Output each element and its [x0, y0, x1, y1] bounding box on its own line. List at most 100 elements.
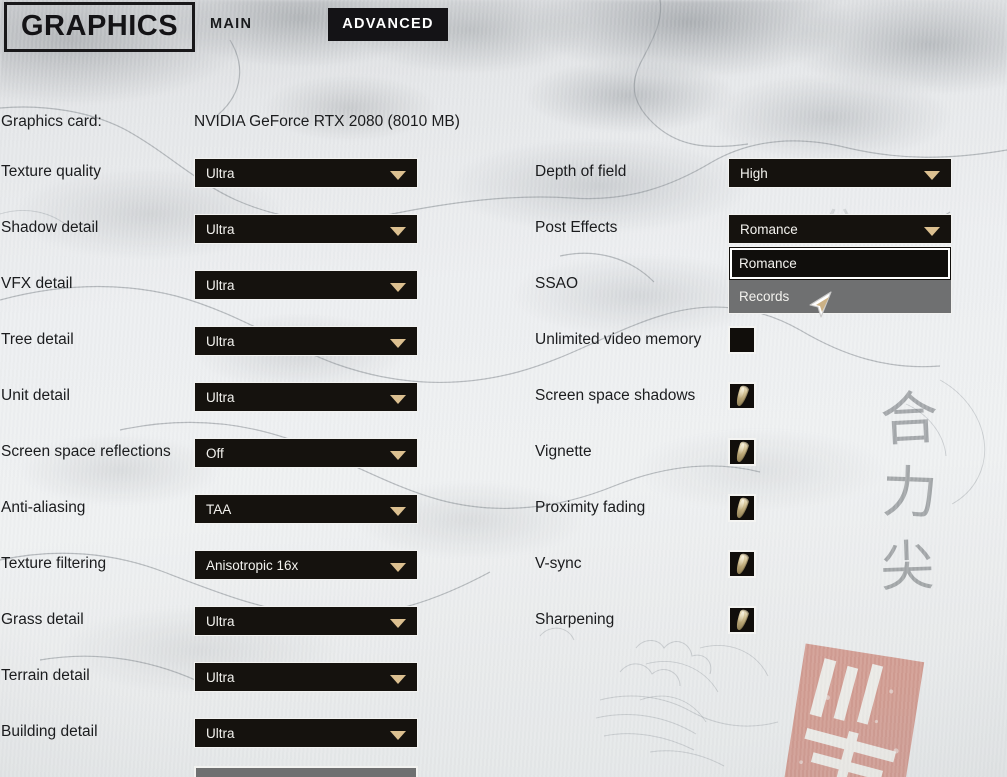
chevron-down-icon — [390, 451, 406, 460]
setting-row-post-effects: Post Effects Romance — [534, 214, 954, 246]
setting-label: SSAO — [535, 275, 579, 292]
brushstroke-check-icon — [734, 496, 750, 520]
chevron-down-icon — [390, 395, 406, 404]
graphics-card-row: Graphics card: NVIDIA GeForce RTX 2080 (… — [0, 113, 560, 137]
texture-quality-dropdown[interactable]: Ultra — [194, 158, 418, 188]
depth-of-field-dropdown[interactable]: High — [728, 158, 952, 188]
seal-stamp-icon — [783, 643, 925, 777]
post-effects-dropdown-panel[interactable]: Romance Records — [728, 246, 952, 314]
chevron-down-icon — [390, 339, 406, 348]
setting-label: Texture quality — [1, 163, 101, 180]
setting-label: Building detail — [1, 723, 98, 740]
setting-row-screen-space-shadows: Screen space shadows — [534, 382, 954, 414]
setting-row-shadow-detail: Shadow detail Ultra — [0, 214, 430, 246]
setting-label: Sharpening — [535, 611, 615, 628]
setting-label: Post Effects — [535, 219, 618, 236]
setting-row-screen-space-reflections: Screen space reflections Off — [0, 438, 430, 470]
dropdown-value: Romance — [740, 222, 798, 237]
chevron-down-icon — [924, 227, 940, 236]
page-title: GRAPHICS — [4, 2, 196, 52]
v-sync-checkbox[interactable] — [728, 550, 756, 578]
texture-filtering-dropdown[interactable]: Anisotropic 16x — [194, 550, 418, 580]
chevron-down-icon — [924, 171, 940, 180]
dropdown-value: Anisotropic 16x — [206, 558, 299, 573]
setting-row-vfx-detail: VFX detail Ultra — [0, 270, 430, 302]
building-detail-dropdown[interactable]: Ultra — [194, 718, 418, 748]
setting-row-proximity-fading: Proximity fading — [534, 494, 954, 526]
next-setting-dropdown-partial[interactable] — [194, 766, 418, 777]
setting-row-unlimited-video-memory: Unlimited video memory — [534, 326, 954, 358]
proximity-fading-checkbox[interactable] — [728, 494, 756, 522]
tab-advanced[interactable]: ADVANCED — [328, 8, 448, 41]
tree-detail-dropdown[interactable]: Ultra — [194, 326, 418, 356]
dropdown-value: Ultra — [206, 670, 235, 685]
tab-bar: MAIN ADVANCED — [196, 8, 448, 42]
setting-label: Terrain detail — [1, 667, 90, 684]
chevron-down-icon — [390, 731, 406, 740]
dropdown-value: High — [740, 166, 768, 181]
chevron-down-icon — [390, 283, 406, 292]
setting-row-texture-filtering: Texture filtering Anisotropic 16x — [0, 550, 430, 582]
setting-label: Tree detail — [1, 331, 74, 348]
brushstroke-check-icon — [734, 608, 750, 632]
dropdown-value: Off — [206, 446, 224, 461]
chevron-down-icon — [390, 507, 406, 516]
setting-label: Texture filtering — [1, 555, 107, 572]
post-effects-dropdown[interactable]: Romance — [728, 214, 952, 244]
setting-row-sharpening: Sharpening — [534, 606, 954, 638]
screen-space-shadows-checkbox[interactable] — [728, 382, 756, 410]
setting-label: Vignette — [535, 443, 592, 460]
tab-main[interactable]: MAIN — [196, 8, 266, 41]
setting-row-vignette: Vignette — [534, 438, 954, 470]
setting-row-terrain-detail: Terrain detail Ultra — [0, 662, 430, 694]
setting-label: Screen space reflections — [1, 443, 171, 460]
dropdown-option-romance[interactable]: Romance — [729, 247, 951, 280]
dropdown-value: Ultra — [206, 726, 235, 741]
setting-row-depth-of-field: Depth of field High — [534, 158, 954, 190]
chevron-down-icon — [390, 563, 406, 572]
dropdown-value: Ultra — [206, 334, 235, 349]
brushstroke-check-icon — [734, 440, 750, 464]
graphics-card-label: Graphics card: — [1, 113, 102, 130]
setting-row-grass-detail: Grass detail Ultra — [0, 606, 430, 638]
setting-label: Proximity fading — [535, 499, 646, 516]
vfx-detail-dropdown[interactable]: Ultra — [194, 270, 418, 300]
dropdown-value: Ultra — [206, 222, 235, 237]
setting-row-tree-detail: Tree detail Ultra — [0, 326, 430, 358]
setting-label: Grass detail — [1, 611, 84, 628]
dropdown-option-label: Records — [739, 289, 790, 304]
vignette-checkbox[interactable] — [728, 438, 756, 466]
setting-label: Unit detail — [1, 387, 70, 404]
dropdown-value: TAA — [206, 502, 232, 517]
terrain-detail-dropdown[interactable]: Ultra — [194, 662, 418, 692]
sharpening-checkbox[interactable] — [728, 606, 756, 634]
dropdown-value: Ultra — [206, 614, 235, 629]
setting-label: VFX detail — [1, 275, 73, 292]
chevron-down-icon — [390, 227, 406, 236]
setting-row-building-detail: Building detail Ultra — [0, 718, 430, 750]
setting-row-anti-aliasing: Anti-aliasing TAA — [0, 494, 430, 526]
brushstroke-check-icon — [734, 552, 750, 576]
grass-detail-dropdown[interactable]: Ultra — [194, 606, 418, 636]
setting-row-v-sync: V-sync — [534, 550, 954, 582]
dropdown-value: Ultra — [206, 166, 235, 181]
unlimited-video-memory-checkbox[interactable] — [728, 326, 756, 354]
brushstroke-check-icon — [734, 384, 750, 408]
setting-label: Unlimited video memory — [535, 331, 702, 348]
screen-space-reflections-dropdown[interactable]: Off — [194, 438, 418, 468]
dropdown-value: Ultra — [206, 390, 235, 405]
chevron-down-icon — [390, 619, 406, 628]
chevron-down-icon — [390, 171, 406, 180]
setting-row-texture-quality: Texture quality Ultra — [0, 158, 430, 190]
setting-label: Shadow detail — [1, 219, 99, 236]
setting-label: Depth of field — [535, 163, 627, 180]
unit-detail-dropdown[interactable]: Ultra — [194, 382, 418, 412]
dropdown-option-records[interactable]: Records — [729, 280, 951, 313]
shadow-detail-dropdown[interactable]: Ultra — [194, 214, 418, 244]
graphics-options-screen: 合 力 尖 分 — [0, 0, 1007, 777]
dropdown-option-label: Romance — [739, 256, 797, 271]
setting-row-unit-detail: Unit detail Ultra — [0, 382, 430, 414]
chevron-down-icon — [390, 675, 406, 684]
setting-label: Screen space shadows — [535, 387, 696, 404]
anti-aliasing-dropdown[interactable]: TAA — [194, 494, 418, 524]
